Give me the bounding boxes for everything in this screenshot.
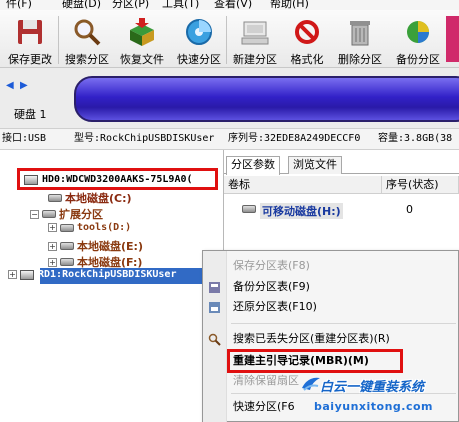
partition-drive-icon (60, 242, 74, 250)
computer-drive-icon (241, 21, 269, 45)
expand-expander-icon[interactable]: + (8, 270, 17, 279)
highlight-box-hd0 (17, 168, 218, 190)
watermark-url: baiyunxitong.com (314, 400, 434, 413)
menu-item-restore-partition-table[interactable]: 还原分区表(F10) (233, 297, 317, 317)
toolbar-overflow-icon (446, 16, 459, 62)
partition-drive-icon (48, 194, 62, 202)
save-icon (18, 20, 42, 44)
menu-item-search-lost-partitions[interactable]: 搜索已丢失分区(重建分区表)(R) (233, 329, 390, 349)
highlight-box-rebuild-mbr (227, 349, 403, 373)
disk-partition-map[interactable] (74, 76, 459, 122)
expand-expander-icon[interactable]: + (48, 223, 57, 232)
menu-bar: 件(F) 硬盘(D) 分区(P) 工具(T) 查看(V) 帮助(H) (0, 0, 459, 10)
quick-partition-disc-icon (186, 19, 212, 45)
restore-table-icon (209, 302, 220, 313)
watermark: 白云一键重装系统 baiyunxitong.com (300, 372, 459, 422)
delete-partition-button[interactable]: 删除分区 (332, 10, 388, 68)
watermark-title: 白云一键重装系统 (320, 380, 425, 395)
partition-drive-icon (60, 258, 74, 266)
save-changes-button[interactable]: 保存更改 (4, 10, 56, 68)
bird-logo-icon (302, 377, 320, 391)
menu-item-save-partition-table[interactable]: 保存分区表(F8) (233, 256, 310, 276)
menu-item-backup-partition-table[interactable]: 备份分区表(F9) (233, 277, 310, 297)
search-partition-button[interactable]: 搜索分区 (60, 10, 114, 68)
tree-item-local-disk-e[interactable]: + 本地磁盘(E:) (48, 238, 143, 254)
next-disk-arrow-icon[interactable]: ▶ (20, 80, 28, 91)
magnifier-icon (74, 19, 101, 46)
recover-files-button[interactable]: 恢复文件 (114, 10, 170, 68)
disk-bar: ◀ ▶ 硬盘 1 (0, 68, 459, 128)
tree-item-local-disk-c[interactable]: 本地磁盘(C:) (48, 190, 132, 206)
menu-tools[interactable]: 工具(T) (162, 0, 199, 10)
toolbar: 保存更改 搜索分区 恢复文件 快速分区 新建分区 格式化 删除分区 备份分区 (0, 10, 459, 68)
quick-partition-button[interactable]: 快速分区 (172, 10, 226, 68)
tab-browse-files[interactable]: 浏览文件 (288, 156, 342, 174)
backup-partition-button[interactable]: 备份分区 (390, 10, 446, 68)
column-header-index[interactable]: 序号(状态) (382, 176, 459, 194)
collapse-expander-icon[interactable]: − (30, 209, 39, 219)
menu-help[interactable]: 帮助(H) (270, 0, 309, 10)
restore-box-icon (130, 18, 154, 46)
tree-item-tools-d[interactable]: + tools(D:) (48, 222, 131, 233)
disk-capacity: 容量:3.8GB(38 (378, 133, 453, 144)
menu-item-clear-reserved-sectors[interactable]: 清除保留扇区 (233, 371, 299, 391)
disk-model: 型号:RockChipUSBDISKUser (74, 133, 215, 144)
toolbar-separator (226, 16, 227, 64)
backup-pie-icon (407, 21, 429, 43)
removable-disk-icon (242, 205, 256, 213)
format-icon (295, 20, 319, 44)
partition-drive-icon (60, 223, 74, 232)
usb-disk-icon (20, 269, 34, 280)
menu-disk[interactable]: 硬盘(D) (62, 0, 101, 10)
new-partition-button[interactable]: 新建分区 (228, 10, 282, 68)
menu-partition[interactable]: 分区(P) (112, 0, 149, 10)
partition-drive-icon (42, 210, 56, 218)
menu-item-quick-partition[interactable]: 快速分区(F6 (233, 397, 295, 417)
disk-info-bar: 接口:USB 型号:RockChipUSBDISKUser 序列号:32EDE8… (0, 128, 459, 150)
menu-view[interactable]: 查看(V) (214, 0, 252, 10)
tab-partition-params[interactable]: 分区参数 (226, 156, 280, 175)
toolbar-separator (58, 16, 59, 64)
details-tabs: 分区参数 浏览文件 (224, 156, 459, 175)
trash-icon (350, 21, 370, 46)
tree-item-extended-partition[interactable]: − 扩展分区 (30, 206, 103, 222)
column-header-label[interactable]: 卷标 (224, 176, 382, 194)
expand-expander-icon[interactable]: + (48, 257, 57, 267)
menu-separator (231, 323, 456, 324)
expand-expander-icon[interactable]: + (48, 241, 57, 251)
disk-tree-panel: HD0:WDCWD3200AAKS-75L9A0( 本地磁盘(C:) − 扩展分… (0, 150, 224, 422)
disk-serial: 序列号:32EDE8A249DECCF0 (228, 133, 361, 144)
disk-label: 硬盘 1 (14, 108, 47, 121)
backup-table-icon (209, 282, 220, 293)
menu-file[interactable]: 件(F) (6, 0, 32, 10)
disk-interface: 接口:USB (2, 133, 47, 144)
table-row[interactable]: 可移动磁盘(H:) 0 (224, 200, 459, 219)
format-button[interactable]: 格式化 (284, 10, 330, 68)
search-icon (208, 333, 221, 346)
previous-disk-arrow-icon[interactable]: ◀ (6, 80, 14, 91)
tree-item-rd1[interactable]: + RD1:RockChipUSBDISKUser (8, 269, 176, 280)
